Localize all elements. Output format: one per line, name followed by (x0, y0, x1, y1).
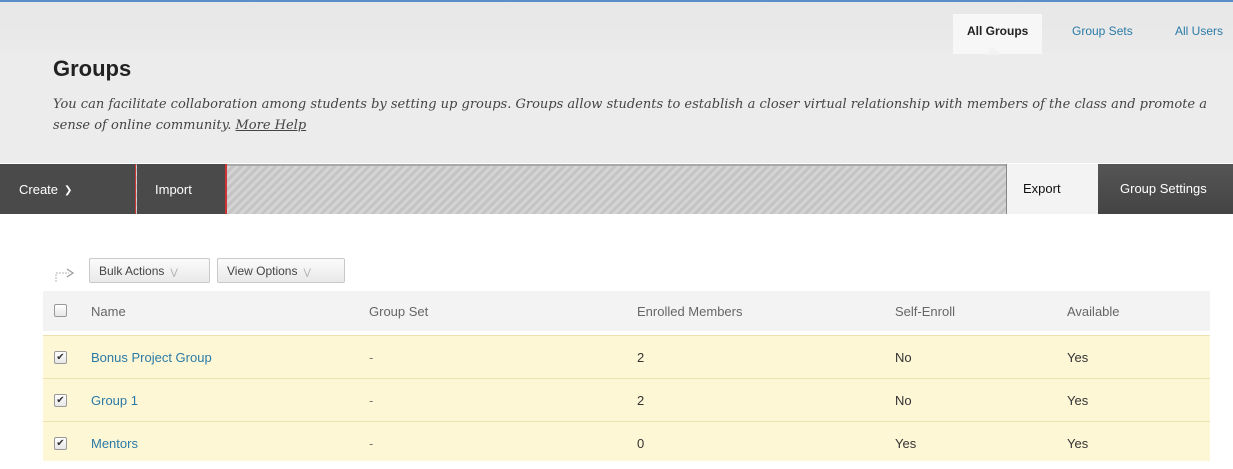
bulk-select-arrow-icon (55, 268, 75, 282)
page-title: Groups (53, 56, 132, 81)
table-row: ✔ Group 1 - 2 No Yes (43, 378, 1210, 421)
tab-group-sets[interactable]: Group Sets (1072, 24, 1133, 38)
export-button[interactable]: Export (1006, 164, 1098, 214)
page-description: You can facilitate collaboration among s… (53, 94, 1223, 136)
row-checkbox[interactable]: ✔ (54, 351, 67, 364)
more-help-link[interactable]: More Help (236, 118, 307, 133)
tab-all-users[interactable]: All Users (1175, 24, 1223, 38)
row-checkbox[interactable]: ✔ (54, 437, 67, 450)
column-header-available[interactable]: Available (1067, 304, 1120, 319)
available-value: Yes (1067, 436, 1089, 451)
self-enroll-value: No (895, 350, 912, 365)
import-button[interactable]: Import (137, 164, 227, 214)
view-options-label: View Options (227, 264, 298, 278)
table-row: ✔ Bonus Project Group - 2 No Yes (43, 335, 1210, 378)
active-tab-indicator (985, 47, 1001, 55)
double-chevron-down-icon: ⋁ (303, 267, 311, 277)
bulk-actions-button[interactable]: Bulk Actions ⋁ (89, 258, 210, 283)
available-value: Yes (1067, 350, 1089, 365)
group-name-link[interactable]: Bonus Project Group (91, 350, 212, 365)
create-button[interactable]: Create ❯ (0, 164, 136, 214)
chevron-down-icon: ❯ (64, 185, 73, 196)
view-options-button[interactable]: View Options ⋁ (217, 258, 345, 283)
column-header-group-set[interactable]: Group Set (369, 304, 428, 319)
column-header-name[interactable]: Name (91, 304, 126, 319)
group-set-value: - (369, 393, 374, 408)
action-bar: Create ❯ Import Export Group Settings (0, 164, 1233, 214)
double-chevron-down-icon: ⋁ (170, 267, 178, 277)
select-all-checkbox[interactable] (54, 304, 67, 317)
description-text: You can facilitate collaboration among s… (53, 97, 1207, 133)
group-set-value: - (369, 436, 374, 451)
group-name-link[interactable]: Mentors (91, 436, 138, 451)
bulk-actions-label: Bulk Actions (99, 264, 165, 278)
column-header-self-enroll[interactable]: Self-Enroll (895, 304, 955, 319)
group-name-link[interactable]: Group 1 (91, 393, 138, 408)
column-header-enrolled-members[interactable]: Enrolled Members (637, 304, 743, 319)
group-settings-button[interactable]: Group Settings (1098, 164, 1233, 214)
tab-bar: All Groups Group Sets All Users (0, 2, 1233, 54)
group-set-value: - (369, 350, 374, 365)
self-enroll-value: Yes (895, 436, 917, 451)
available-value: Yes (1067, 393, 1089, 408)
enrolled-members-value: 0 (637, 436, 645, 451)
create-label: Create (19, 182, 59, 197)
table-header-row: Name Group Set Enrolled Members Self-Enr… (43, 291, 1210, 331)
table-row: ✔ Mentors - 0 Yes Yes (43, 421, 1210, 461)
enrolled-members-value: 2 (637, 393, 645, 408)
row-checkbox[interactable]: ✔ (54, 394, 67, 407)
self-enroll-value: No (895, 393, 912, 408)
enrolled-members-value: 2 (637, 350, 645, 365)
